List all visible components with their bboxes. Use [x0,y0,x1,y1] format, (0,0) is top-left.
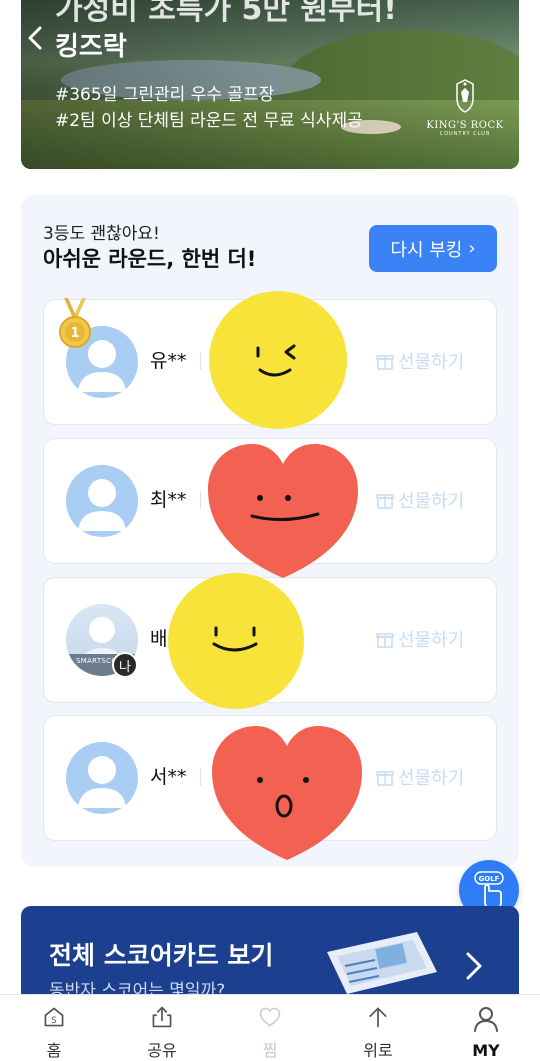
winking-face-sticker [209,291,347,429]
default-avatar-icon [78,756,126,808]
arrow-up-icon [369,1007,387,1028]
nav-home-label: 홈 [46,1041,62,1060]
divider [200,768,201,786]
smiling-face-sticker [168,573,304,709]
me-badge: 나 [112,652,138,678]
svg-text:S: S [51,1016,56,1026]
rebook-label: 다시 부킹 [390,239,463,261]
banner-headline: 가성비 초특가 5만 원부터! [55,0,397,27]
gift-label: 선물하기 [398,630,465,651]
scorecard-title: 전체 스코어카드 보기 [49,941,274,970]
chevron-right-icon: › [468,238,476,259]
gift-icon [376,771,394,786]
divider [200,491,201,509]
rebook-button[interactable]: 다시 부킹 › [369,225,497,272]
heart-icon [259,1007,281,1027]
banner-course-name: 킹즈락 [55,32,127,62]
chevron-left-icon [28,26,42,50]
gift-label: 선물하기 [398,491,465,512]
banner-feature-1: #365일 그린관리 우수 골프장 [55,85,275,105]
gift-icon [376,494,394,509]
fab-label: GOLF [479,875,500,883]
nav-my[interactable]: MY [432,995,540,1061]
surprised-heart-sticker [212,726,362,860]
gold-medal-icon: 1 [59,298,91,348]
home-s-icon: S [44,1007,64,1027]
divider [200,352,201,370]
course-banner[interactable]: 가성비 초특가 5만 원부터! 킹즈락 #365일 그린관리 우수 골프장 #2… [21,0,519,169]
gift-label: 선물하기 [398,768,465,789]
default-avatar-icon [78,479,126,531]
bottom-nav: S 홈 공유 찜 위로 MY [0,994,540,1061]
player-name: 유** [150,350,187,372]
photo-label: SMARTSCO [76,657,118,665]
panel-subtitle: 3등도 괜찮아요! [43,224,160,244]
user-icon [474,1007,498,1032]
logo-subtext: COUNTRY CLUB [439,131,491,137]
back-button[interactable] [22,20,48,56]
nav-share[interactable]: 공유 [108,995,216,1061]
gift-button[interactable]: 선물하기 [376,487,464,513]
avatar[interactable] [66,742,138,814]
nav-favorite-label: 찜 [262,1041,278,1060]
nav-top-label: 위로 [363,1041,393,1060]
nav-favorite[interactable]: 찜 [216,995,324,1061]
course-logo: KING'S ROCK COUNTRY CLUB [423,78,507,140]
player-name: 서** [150,766,187,788]
gift-icon [376,633,394,648]
nav-home[interactable]: S 홈 [0,995,108,1061]
gift-button[interactable]: 선물하기 [376,764,464,790]
player-name: 최** [150,489,187,511]
crest-icon [456,79,474,113]
logo-text: KING'S ROCK [426,120,504,131]
banner-feature-2: #2팀 이상 단체팀 라운드 전 무료 식사제공 [55,111,363,131]
medal-rank: 1 [70,326,79,341]
heart-face-sticker [208,444,358,578]
share-icon [152,1006,172,1028]
nav-top[interactable]: 위로 [324,995,432,1061]
chevron-right-icon [466,952,482,980]
nav-share-label: 공유 [147,1041,177,1060]
player-name: 배 [150,628,168,650]
gift-button[interactable]: 선물하기 [376,626,464,652]
nav-my-label: MY [472,1041,500,1060]
avatar[interactable] [66,465,138,537]
gift-label: 선물하기 [398,352,465,373]
golf-tap-icon: GOLF [474,871,504,909]
gift-button[interactable]: 선물하기 [376,348,464,374]
scorecard-illustration-icon [327,932,437,994]
gift-icon [376,355,394,370]
panel-title: 아쉬운 라운드, 한번 더! [43,247,257,271]
